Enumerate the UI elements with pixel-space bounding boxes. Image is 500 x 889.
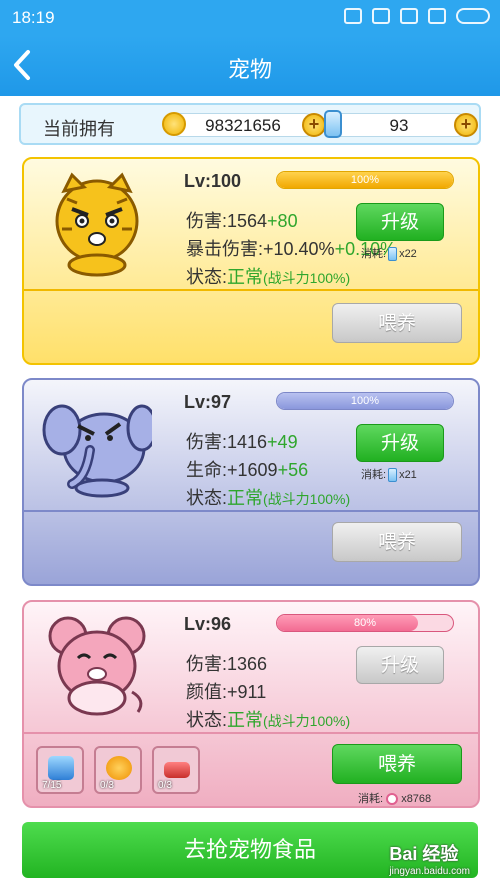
- food-items: 7/15 0/3 0/3: [36, 746, 200, 794]
- status-detail: (战斗力100%): [263, 491, 351, 507]
- food-item[interactable]: 0/3: [94, 746, 142, 794]
- pet-card-tiger: Lv:100 100% 伤害:1564+80 暴击伤害:+10.40%+0.10…: [22, 157, 480, 365]
- cost-label: 消耗:: [358, 793, 384, 805]
- food-item[interactable]: 7/15: [36, 746, 84, 794]
- signal-icon: [400, 8, 418, 24]
- upgrade-button[interactable]: 升级: [356, 203, 444, 241]
- status-detail: (战斗力100%): [263, 270, 351, 286]
- pet-progress-bar: 100%: [276, 392, 454, 410]
- cost-amount: x8768: [401, 793, 432, 805]
- cost-amount: x21: [399, 469, 417, 481]
- bottle-value: 93: [389, 116, 409, 135]
- feed-button[interactable]: 喂养: [332, 744, 462, 784]
- page-title: 宠物: [227, 57, 272, 82]
- coin-value: 98321656: [205, 116, 281, 135]
- owned-label: 当前拥有: [43, 119, 115, 139]
- pet-card-elephant: Lv:97 100% 伤害:1416+49 生命:+1609+56 状态:正常(…: [22, 378, 480, 586]
- status-value: 正常: [227, 488, 264, 508]
- meat-food-icon: [164, 762, 190, 778]
- signal-icon-2: [428, 8, 446, 24]
- card-divider: [24, 289, 478, 291]
- elephant-pet-image: [42, 390, 158, 500]
- pet-progress-bar: 80%: [276, 614, 454, 632]
- battery-icon: [456, 8, 490, 24]
- pet-status: 状态:正常(战斗力100%): [186, 706, 350, 732]
- mouse-pet-image: [42, 612, 152, 722]
- pet-level: Lv:100: [184, 171, 242, 191]
- pet-stat-charm: 颜值:+911: [186, 678, 266, 704]
- card-divider: [24, 510, 478, 512]
- pet-status: 状态:正常(战斗力100%): [186, 263, 350, 289]
- food-count: 0/3: [100, 780, 114, 791]
- stat-label: 伤害:1366: [186, 654, 268, 674]
- watermark-site: jingyan.baidu.com: [389, 866, 470, 877]
- pet-level: Lv:96: [184, 614, 232, 634]
- stat-label: 伤害:1564: [186, 211, 268, 231]
- mute-icon: [344, 8, 362, 24]
- cost-label: 消耗:: [361, 469, 387, 481]
- feed-button[interactable]: 喂养: [332, 303, 462, 343]
- status-detail: (战斗力100%): [263, 713, 351, 729]
- upgrade-button-disabled[interactable]: 升级: [356, 646, 444, 684]
- pet-status: 状态:正常(战斗力100%): [186, 484, 350, 510]
- food-count: 7/15: [42, 780, 62, 791]
- status-label: 状态:: [186, 267, 228, 287]
- cost-label: 消耗:: [361, 248, 387, 260]
- upgrade-cost: 消耗: x21: [361, 466, 417, 483]
- pet-stat-damage: 伤害:1416+49: [186, 428, 298, 454]
- blue-gem-food-icon: [48, 756, 74, 780]
- tiger-pet-image: [42, 169, 152, 279]
- add-bottles-button[interactable]: +: [454, 113, 478, 137]
- pet-progress-text: 100%: [350, 395, 380, 407]
- pet-stat-damage: 伤害:1564+80: [186, 207, 298, 233]
- watermark-brand: Bai 经验: [389, 844, 459, 864]
- pet-stat-health: 生命:+1609+56: [186, 456, 308, 482]
- status-time: 18:19: [12, 8, 55, 27]
- owned-resources: 当前拥有 98321656 + 93 +: [19, 103, 481, 145]
- add-coins-button[interactable]: +: [302, 113, 326, 137]
- pet-card-mouse: Lv:96 80% 伤害:1366 颜值:+911 状态:正常(战斗力100%)…: [22, 600, 480, 808]
- coin-balance: 98321656 +: [162, 112, 326, 137]
- bottle-icon: [388, 468, 398, 483]
- heart-coin-icon: [386, 793, 399, 806]
- pet-stat-damage: 伤害:1366: [186, 650, 267, 676]
- bottle-balance: 93 +: [324, 110, 478, 138]
- status-value: 正常: [227, 710, 264, 730]
- feed-button[interactable]: 喂养: [332, 522, 462, 562]
- pet-progress-text: 80%: [353, 617, 377, 629]
- stat-label: 伤害:1416: [186, 432, 268, 452]
- stat-label: 生命:+1609: [186, 460, 278, 480]
- wifi-icon: [372, 8, 390, 24]
- title-bar: 宠物: [0, 36, 500, 96]
- stat-bonus: +56: [277, 460, 309, 480]
- pet-progress-bar: 100%: [276, 171, 454, 189]
- status-bar: 18:19: [0, 0, 500, 36]
- cost-amount: x22: [399, 248, 417, 260]
- stat-label: 暴击伤害:+10.40%: [186, 239, 335, 259]
- status-label: 状态:: [186, 710, 228, 730]
- pet-level: Lv:97: [184, 392, 232, 412]
- status-label: 状态:: [186, 488, 228, 508]
- pet-progress-text: 100%: [350, 174, 380, 186]
- food-item[interactable]: 0/3: [152, 746, 200, 794]
- stat-bonus: +49: [267, 432, 298, 452]
- orange-fish-food-icon: [106, 756, 132, 780]
- upgrade-cost: 消耗: x22: [361, 245, 417, 262]
- stat-label: 颜值:+911: [186, 682, 267, 702]
- bottle-icon: [388, 247, 398, 262]
- status-icons: [344, 8, 490, 24]
- status-value: 正常: [227, 267, 264, 287]
- stat-bonus: +80: [267, 211, 298, 231]
- food-count: 0/3: [158, 780, 172, 791]
- feed-cost: 消耗: x8768: [358, 790, 431, 806]
- upgrade-button[interactable]: 升级: [356, 424, 444, 462]
- card-divider: [24, 732, 478, 734]
- watermark: Bai 经验 jingyan.baidu.com: [389, 840, 470, 877]
